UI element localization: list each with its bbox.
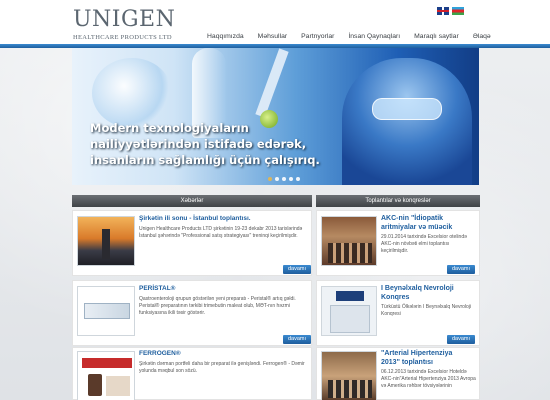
audience-image: [328, 380, 372, 398]
logo-main-text: UNIGEN: [73, 7, 176, 32]
news-header: Xəbərlər: [72, 195, 312, 207]
news-thumbnail-ferrogen[interactable]: [77, 351, 135, 400]
event-title-line: I Beynəlxalq Nevroloji: [381, 285, 454, 292]
event-title[interactable]: AKC-nin "İdiopatik aritmiyalar və müəcik: [381, 214, 452, 232]
news-excerpt: Unigen Healthcare Products LTD şirkətini…: [139, 226, 303, 239]
hero-banner[interactable]: Modern texnologiyaların nailiyyətlərində…: [72, 48, 479, 185]
event-excerpt: Türküstü Ölkələrin I Beynəlxalq Nevroloj…: [381, 304, 472, 317]
congress-banner-image: [336, 291, 364, 301]
slider-dot[interactable]: [282, 177, 286, 181]
news-card: Şirkətin ili sonu - İstanbul toplantısı.…: [72, 210, 312, 276]
logo[interactable]: UNIGEN HEALTHCARE PRODUCTS LTD: [73, 7, 176, 44]
news-card: FERROGEN® Şirkətin dərman portfeli daha …: [72, 347, 312, 400]
event-card: I Beynəlxalq Nevroloji Konqres Türküstü …: [316, 280, 480, 346]
slider-dot[interactable]: [275, 177, 279, 181]
event-thumbnail-conference[interactable]: [321, 216, 377, 266]
event-title-line: 2013" toplantısı: [381, 359, 433, 366]
medicine-box-image: [84, 303, 130, 319]
news-excerpt: Şirkətin dərman portfeli daha bir prepar…: [139, 361, 305, 374]
read-more-button[interactable]: davamı: [283, 335, 311, 344]
ferrogen-label-image: [82, 358, 132, 368]
read-more-button[interactable]: davamı: [447, 335, 475, 344]
read-more-button[interactable]: davamı: [283, 265, 311, 274]
box-image: [106, 376, 130, 396]
news-title[interactable]: FERROGEN®: [139, 350, 181, 357]
nav-partners[interactable]: Partnyorlar: [294, 33, 341, 40]
scientist-image: [342, 58, 472, 185]
nav-products[interactable]: Məhsullar: [251, 33, 294, 40]
hero-line-2: nailiyyətlərindən istifadə edərək,: [90, 137, 307, 151]
goggles-image: [372, 98, 442, 120]
news-title[interactable]: PERİSTAL®: [139, 285, 175, 292]
slider-dot[interactable]: [296, 177, 300, 181]
audience-image: [328, 243, 372, 263]
site-header: UNIGEN HEALTHCARE PRODUCTS LTD Haqqımızd…: [0, 0, 550, 44]
azerbaijan-flag-icon[interactable]: [452, 7, 464, 15]
nav-useful-sites[interactable]: Maraqlı saytlar: [407, 33, 466, 40]
pipette-image: [255, 48, 289, 118]
news-card: PERİSTAL® Qastroenteroloji qrupun göstər…: [72, 280, 312, 346]
language-switcher: [437, 7, 464, 15]
hero-tagline: Modern texnologiyaların nailiyyətlərində…: [90, 120, 320, 168]
nav-about[interactable]: Haqqımızda: [200, 33, 251, 40]
event-thumbnail-neurology[interactable]: [321, 286, 377, 336]
hero-line-1: Modern texnologiyaların: [90, 121, 249, 135]
news-excerpt: Qastroenteroloji qrupun göstərilən yeni …: [139, 296, 296, 316]
nav-contact[interactable]: Əlaqə: [466, 33, 498, 40]
slider-dot[interactable]: [289, 177, 293, 181]
news-title[interactable]: Şirkətin ili sonu - İstanbul toplantısı.: [139, 215, 251, 222]
slider-dot[interactable]: [268, 177, 272, 181]
logo-sub-text: HEALTHCARE PRODUCTS LTD: [73, 34, 172, 41]
event-title-line: aritmiyalar və müəcik: [381, 224, 453, 231]
slider-dots: [268, 177, 300, 181]
main-nav: Haqqımızda Məhsullar Partnyorlar İnsan Q…: [200, 33, 498, 40]
event-excerpt: 29.01.2014 tarixində Excelsior otelində …: [381, 234, 467, 254]
event-card: "Arterial Hipertenziya 2013" toplantısı …: [316, 347, 480, 400]
event-title-line: Konqres: [381, 294, 410, 301]
event-title-line: AKC-nin "İdiopatik: [381, 215, 444, 222]
tower-shape: [102, 229, 110, 259]
bottle-image: [88, 374, 102, 396]
lab-glass-image: [92, 58, 172, 128]
event-card: AKC-nin "İdiopatik aritmiyalar və müəcik…: [316, 210, 480, 276]
news-thumbnail-peristal[interactable]: [77, 286, 135, 336]
event-thumbnail-hypertension[interactable]: [321, 351, 377, 400]
event-title-line: "Arterial Hipertenziya: [381, 350, 453, 357]
event-title[interactable]: "Arterial Hipertenziya 2013" toplantısı: [381, 349, 452, 367]
nav-hr[interactable]: İnsan Qaynaqları: [341, 33, 407, 40]
events-header: Toplantılar və konqreslər: [316, 195, 480, 207]
event-excerpt: 06.12.2013 tarixində Excelsior Hoteldə A…: [381, 369, 476, 389]
uk-flag-icon[interactable]: [437, 7, 449, 15]
event-title[interactable]: I Beynəlxalq Nevroloji Konqres: [381, 284, 454, 302]
hero-line-3: insanların sağlamlığı üçün çalışırıq.: [90, 153, 320, 167]
news-thumbnail-istanbul[interactable]: [77, 216, 135, 266]
read-more-button[interactable]: davamı: [447, 265, 475, 274]
poster-image: [330, 305, 370, 333]
